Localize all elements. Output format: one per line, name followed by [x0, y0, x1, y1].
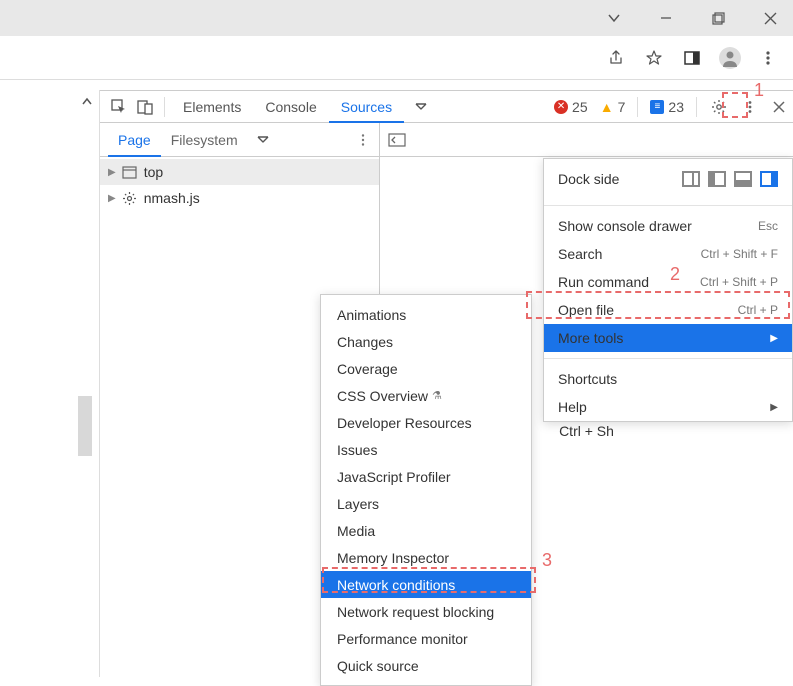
- submenu-js-profiler[interactable]: JavaScript Profiler: [321, 463, 531, 490]
- errors-badge[interactable]: ✕25: [548, 96, 594, 118]
- tab-search-button[interactable]: [599, 3, 629, 33]
- nav-options-icon[interactable]: [347, 133, 379, 147]
- gear-script-icon: [122, 190, 138, 206]
- disclosure-triangle-icon: ▶: [108, 167, 116, 178]
- submenu-css-overview[interactable]: CSS Overview⚗: [321, 382, 531, 409]
- dock-left-icon[interactable]: [708, 171, 726, 187]
- submenu-memory-inspector[interactable]: Memory Inspector: [321, 544, 531, 571]
- submenu-arrow-icon: ▶: [770, 402, 778, 413]
- tree-item-script[interactable]: ▶ nmash.js: [100, 185, 379, 211]
- dock-right-icon[interactable]: [760, 171, 778, 187]
- inspect-element-icon[interactable]: [106, 94, 132, 120]
- nav-tab-page[interactable]: Page: [108, 123, 161, 157]
- devtools-tabbar: Elements Console Sources ✕25 ▲7 ≡23: [100, 91, 793, 123]
- dock-bottom-icon[interactable]: [734, 171, 752, 187]
- browser-menu-icon[interactable]: [753, 43, 783, 73]
- collapse-chevron-icon[interactable]: [81, 96, 93, 108]
- menu-help[interactable]: Help▶: [544, 393, 792, 421]
- tree-item-top[interactable]: ▶ top: [100, 159, 379, 185]
- window-frame-icon: [122, 164, 138, 180]
- menu-open-file[interactable]: Open fileCtrl + P: [544, 296, 792, 324]
- more-tools-submenu: Animations Changes Coverage CSS Overview…: [320, 294, 532, 686]
- tab-sources[interactable]: Sources: [329, 91, 404, 123]
- submenu-media[interactable]: Media: [321, 517, 531, 544]
- more-tabs-icon[interactable]: [408, 102, 434, 112]
- menu-shortcuts[interactable]: Shortcuts: [544, 365, 792, 393]
- dock-undock-icon[interactable]: [682, 171, 700, 187]
- minimize-button[interactable]: [651, 3, 681, 33]
- tab-console[interactable]: Console: [253, 91, 328, 123]
- nav-more-icon[interactable]: [248, 135, 278, 145]
- scroll-marker: [78, 396, 92, 456]
- tab-elements[interactable]: Elements: [171, 91, 253, 123]
- submenu-arrow-icon: ▶: [770, 333, 778, 344]
- warnings-badge[interactable]: ▲7: [594, 96, 632, 118]
- settings-gear-icon[interactable]: [703, 99, 735, 115]
- experimental-flask-icon: ⚗: [432, 389, 442, 402]
- menu-more-tools[interactable]: More tools▶: [544, 324, 792, 352]
- menu-run-command[interactable]: Run commandCtrl + Shift + P: [544, 268, 792, 296]
- submenu-layers[interactable]: Layers: [321, 490, 531, 517]
- page-gutter: [0, 90, 100, 677]
- device-toggle-icon[interactable]: [132, 94, 158, 120]
- close-devtools-icon[interactable]: [765, 101, 793, 113]
- tree-item-label: nmash.js: [144, 190, 200, 206]
- submenu-coverage[interactable]: Coverage: [321, 355, 531, 382]
- bookmark-star-icon[interactable]: [639, 43, 669, 73]
- window-titlebar: [0, 0, 793, 36]
- menu-search[interactable]: SearchCtrl + Shift + F: [544, 240, 792, 268]
- tree-item-label: top: [144, 164, 163, 180]
- dock-side-label: Dock side: [558, 171, 619, 187]
- submenu-network-request-blocking[interactable]: Network request blocking: [321, 598, 531, 625]
- browser-toolbar: [0, 36, 793, 80]
- sidepanel-icon[interactable]: [677, 43, 707, 73]
- share-icon[interactable]: [601, 43, 631, 73]
- maximize-button[interactable]: [703, 3, 733, 33]
- disclosure-triangle-icon: ▶: [108, 193, 116, 204]
- submenu-developer-resources[interactable]: Developer Resources: [321, 409, 531, 436]
- menu-show-console[interactable]: Show console drawerEsc: [544, 212, 792, 240]
- messages-badge[interactable]: ≡23: [644, 96, 690, 118]
- submenu-changes[interactable]: Changes: [321, 328, 531, 355]
- nav-tab-filesystem[interactable]: Filesystem: [161, 123, 248, 157]
- submenu-network-conditions[interactable]: Network conditions: [321, 571, 531, 598]
- show-navigator-icon[interactable]: [388, 133, 406, 147]
- submenu-quick-source[interactable]: Quick source: [321, 652, 531, 679]
- submenu-animations[interactable]: Animations: [321, 301, 531, 328]
- submenu-performance-monitor[interactable]: Performance monitor: [321, 625, 531, 652]
- profile-avatar-icon[interactable]: [715, 43, 745, 73]
- submenu-issues[interactable]: Issues: [321, 436, 531, 463]
- devtools-main-menu: Dock side Show console drawerEsc SearchC…: [543, 158, 793, 422]
- close-window-button[interactable]: [755, 3, 785, 33]
- devtools-menu-icon[interactable]: [735, 100, 765, 114]
